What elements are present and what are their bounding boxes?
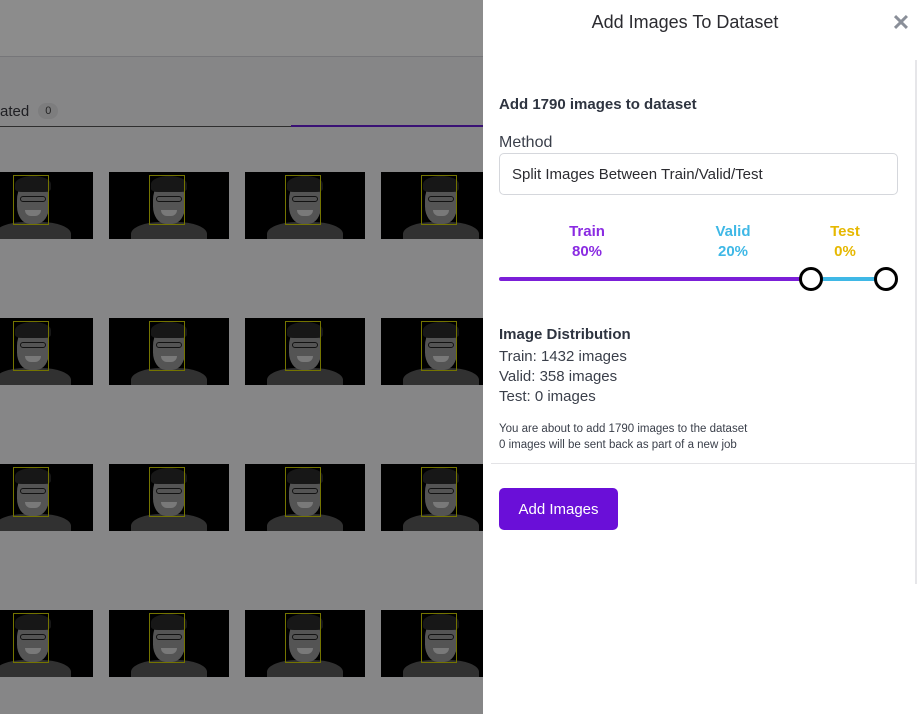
method-label: Method — [499, 134, 553, 151]
train-valid-slider-handle[interactable] — [799, 267, 823, 291]
test-percent: 0% — [834, 243, 856, 260]
distribution-valid: Valid: 358 images — [499, 368, 618, 385]
valid-test-slider-handle[interactable] — [874, 267, 898, 291]
train-label: Train — [569, 223, 605, 240]
slider-track-train[interactable] — [499, 277, 811, 281]
add-images-drawer: Add Images To Dataset ✕ Add 1790 images … — [483, 0, 917, 714]
add-note: You are about to add 1790 images to the … — [499, 423, 748, 435]
train-percent: 80% — [571, 243, 603, 260]
divider — [491, 463, 915, 464]
valid-percent: 20% — [717, 243, 749, 260]
valid-label: Valid — [715, 223, 751, 240]
drawer-title: Add Images To Dataset — [591, 12, 779, 32]
distribution-heading: Image Distribution — [499, 326, 631, 343]
sent-back-note: 0 images will be sent back as part of a … — [499, 439, 737, 451]
distribution-test: Test: 0 images — [499, 388, 596, 405]
distribution-train: Train: 1432 images — [499, 348, 627, 365]
split-valid-label: Valid 20% — [703, 222, 763, 262]
close-icon[interactable]: ✕ — [891, 12, 911, 34]
add-count-heading: Add 1790 images to dataset — [499, 96, 697, 113]
split-test-label: Test 0% — [815, 222, 875, 262]
split-train-label: Train 80% — [557, 222, 617, 262]
modal-overlay[interactable] — [0, 0, 483, 714]
add-images-button[interactable]: Add Images — [499, 488, 618, 530]
test-label: Test — [830, 223, 860, 240]
method-select[interactable]: Split Images Between Train/Valid/Test — [499, 153, 898, 195]
